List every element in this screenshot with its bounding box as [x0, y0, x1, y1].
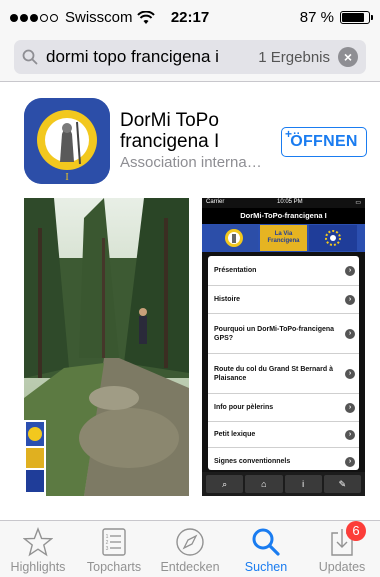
- screenshot-title: DorMi-ToPo-francigena I: [202, 208, 365, 224]
- screenshot-tab-bar: ⌕ ⌂ i ✎: [202, 472, 365, 496]
- battery-percent: 87 %: [299, 9, 334, 26]
- council-of-europe-logo-icon: [325, 230, 342, 246]
- app-developer: Association interna…: [120, 154, 262, 171]
- screenshot-carrier: Carrier: [206, 199, 225, 205]
- screenshot-status-bar: Carrier 10:05 PM ▭: [202, 198, 365, 208]
- screenshot-menu-item-label: Présentation: [214, 267, 257, 274]
- app-screenshot-menu[interactable]: Carrier 10:05 PM ▭ DorMi-ToPo-francigena…: [202, 198, 365, 496]
- chevron-right-icon: ›: [345, 328, 355, 339]
- tab-bar: Highlights 1 2 3 Topcharts Entdecken Suchen Upd…: [0, 520, 380, 577]
- screenshot-menu-item[interactable]: Présentation ›: [208, 256, 359, 286]
- tab-label: Entdecken: [160, 560, 220, 574]
- screenshot-menu-item-label: Route du col du Grand St Bernard à Plais…: [214, 365, 334, 382]
- updates-badge: 6: [346, 521, 366, 541]
- tab-label: Updates: [318, 560, 366, 574]
- chevron-right-icon: ›: [345, 429, 355, 440]
- screenshot-home-icon[interactable]: ⌂: [245, 475, 283, 493]
- battery-icon: [340, 11, 373, 24]
- result-count: 1 Ergebnis: [258, 48, 330, 66]
- screenshot-menu-item[interactable]: Histoire ›: [208, 286, 359, 314]
- tab-updates[interactable]: Updates 6: [304, 521, 380, 577]
- screenshot-menu-item[interactable]: Pourquoi un DorMi-ToPo-francigena GPS? ›: [208, 314, 359, 354]
- search-icon: [14, 49, 46, 65]
- pilgrim-logo-icon: [224, 229, 243, 247]
- screenshot-time: 10:05 PM: [276, 199, 303, 205]
- tab-label: Highlights: [10, 560, 66, 574]
- screenshot-menu-item-label: Histoire: [214, 296, 241, 303]
- tab-entdecken[interactable]: Entdecken: [152, 521, 228, 577]
- chevron-right-icon: ›: [345, 368, 355, 379]
- screenshot-menu-item-label: Pourquoi un DorMi-ToPo-francigena GPS?: [214, 325, 335, 342]
- tab-label: Suchen: [244, 560, 288, 574]
- screenshot-info-icon[interactable]: i: [284, 475, 322, 493]
- open-button[interactable]: + ÖFFNEN: [281, 127, 367, 157]
- chevron-right-icon: ›: [345, 456, 355, 467]
- chevron-right-icon: ›: [345, 402, 355, 413]
- screenshot-menu-item-label: Signes conventionnels: [214, 458, 291, 465]
- svg-text:3: 3: [106, 546, 109, 552]
- screenshot-banner: La Via Francigena: [202, 224, 365, 252]
- list-icon: 123: [99, 526, 129, 558]
- status-bar: Swisscom 22:17 87 %: [0, 0, 380, 34]
- chevron-right-icon: ›: [345, 265, 355, 276]
- screenshot-menu-item-label: Info pour pèlerins: [214, 404, 274, 411]
- clear-x-icon[interactable]: ×: [338, 47, 358, 67]
- app-name[interactable]: DorMi ToPo francigena I: [120, 110, 270, 152]
- tab-suchen[interactable]: Suchen: [228, 521, 304, 577]
- search-bar: dormi topo francigena i 1 Ergebnis ×: [0, 34, 380, 82]
- battery-area: 87 %: [299, 9, 373, 26]
- screenshot-menu-item-label: Petit lexique: [214, 431, 256, 438]
- plus-icon: +: [285, 127, 293, 141]
- tab-highlights[interactable]: Highlights: [0, 521, 76, 577]
- screenshot-battery-icon: ▭: [355, 200, 361, 206]
- search-input[interactable]: dormi topo francigena i 1 Ergebnis ×: [14, 40, 366, 74]
- tab-label: Topcharts: [86, 560, 142, 574]
- app-screenshot-photo[interactable]: [24, 198, 189, 496]
- app-icon[interactable]: I: [24, 98, 110, 184]
- screenshot-menu-item[interactable]: Petit lexique ›: [208, 422, 359, 448]
- screenshot-menu-item[interactable]: Route du col du Grand St Bernard à Plais…: [208, 354, 359, 394]
- screenshot-menu-item[interactable]: Signes conventionnels ›: [208, 448, 359, 470]
- screenshot-tools-icon[interactable]: ✎: [323, 475, 361, 493]
- screenshot-menu-item[interactable]: Info pour pèlerins ›: [208, 394, 359, 422]
- banner-text: La Via Francigena: [259, 225, 308, 251]
- open-button-label: ÖFFNEN: [290, 133, 358, 150]
- screenshot-search-icon[interactable]: ⌕: [206, 475, 244, 493]
- svg-text:I: I: [65, 172, 68, 183]
- compass-icon: [175, 526, 205, 558]
- star-icon: [23, 526, 53, 558]
- tab-topcharts[interactable]: 1 2 3 Topcharts: [76, 521, 152, 577]
- search-icon: [251, 526, 281, 558]
- search-query[interactable]: dormi topo francigena i: [46, 47, 258, 67]
- chevron-right-icon: ›: [345, 294, 355, 305]
- screenshot-menu-list: Présentation › Histoire › Pourquoi un DorMi-…: [208, 256, 359, 470]
